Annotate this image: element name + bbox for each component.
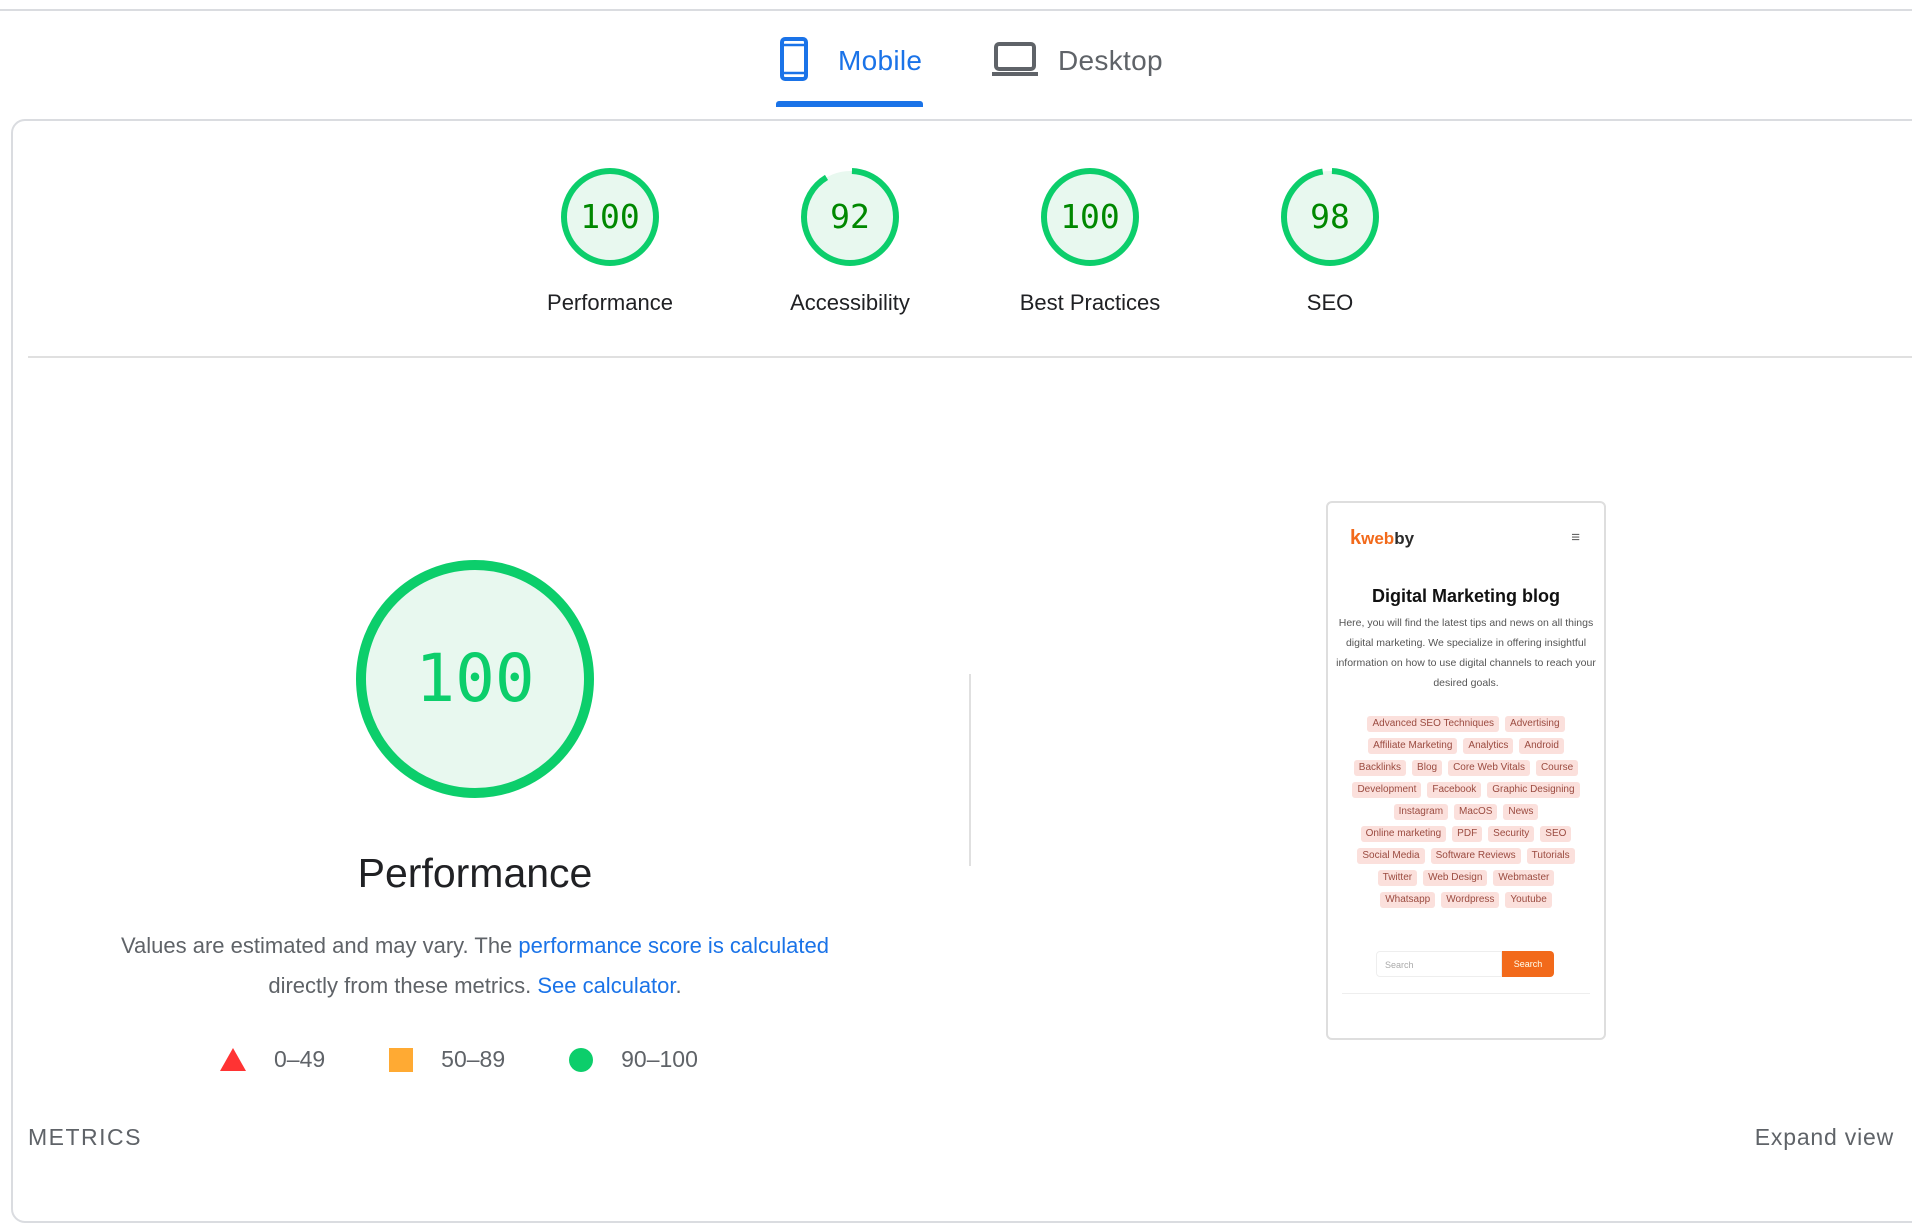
legend-fail: 0–49	[220, 1046, 325, 1073]
site-tag: Advertising	[1505, 716, 1565, 732]
site-tag: SEO	[1540, 826, 1572, 842]
site-tag: Webmaster	[1493, 870, 1555, 886]
site-tag: Twitter	[1377, 870, 1418, 886]
category-label-accessibility[interactable]: Accessibility	[740, 290, 960, 316]
final-screenshot: kwebby ≡ Digital Marketing blog Here, yo…	[1326, 501, 1606, 1040]
legend-pass: 90–100	[569, 1046, 698, 1073]
category-gauge-best-practices[interactable]: 100	[1035, 166, 1145, 268]
score-calculated-link[interactable]: performance score is calculated	[518, 933, 829, 958]
performance-title: Performance	[357, 850, 593, 896]
site-tag: Social Media	[1357, 848, 1425, 864]
performance-description: Values are estimated and may vary. The p…	[60, 926, 890, 1006]
hamburger-menu-icon: ≡	[1571, 529, 1580, 546]
see-calculator-link[interactable]: See calculator	[537, 973, 675, 998]
metrics-heading: METRICS	[28, 1124, 142, 1150]
site-search-input: Search	[1376, 951, 1502, 977]
site-tag: Whatsapp	[1380, 892, 1436, 908]
square-icon	[389, 1047, 414, 1072]
performance-score-large: 100	[415, 640, 535, 717]
category-score: 100	[1060, 197, 1120, 236]
site-tag: Facebook	[1427, 782, 1482, 798]
site-tag: Analytics	[1463, 738, 1514, 754]
tab-desktop[interactable]: Desktop	[992, 36, 1163, 86]
site-tag: Youtube	[1505, 892, 1552, 908]
legend-pass-range: 90–100	[621, 1046, 698, 1072]
category-score: 100	[580, 197, 640, 236]
site-tag: Backlinks	[1353, 760, 1407, 776]
desc-text-2: directly from these metrics.	[268, 973, 538, 998]
site-tag: Web Design	[1423, 870, 1488, 886]
desc-text-3: .	[675, 973, 682, 998]
site-tag: PDF	[1452, 826, 1483, 842]
site-tag: Development	[1352, 782, 1422, 798]
site-tag: Software Reviews	[1430, 848, 1521, 864]
site-tag: Course	[1535, 760, 1579, 776]
site-tag: Android	[1519, 738, 1564, 754]
triangle-icon	[220, 1048, 246, 1071]
vertical-divider	[969, 674, 971, 866]
gauges-divider	[28, 356, 1912, 358]
laptop-icon	[992, 41, 1038, 82]
legend-average-range: 50–89	[441, 1046, 506, 1072]
site-tag: Instagram	[1393, 804, 1449, 820]
performance-gauge-large: 100	[355, 559, 595, 799]
site-search: Search Search	[1376, 951, 1554, 977]
site-logo: kwebby	[1350, 527, 1415, 549]
site-tag: Affiliate Marketing	[1368, 738, 1458, 754]
site-tag: Wordpress	[1441, 892, 1500, 908]
site-title: Digital Marketing blog	[1371, 586, 1560, 606]
score-legend: 0–49 50–89 90–100	[220, 1046, 762, 1073]
site-tag: Security	[1488, 826, 1535, 842]
legend-fail-range: 0–49	[274, 1046, 326, 1072]
site-intro: Here, you will find the latest tips and …	[1336, 617, 1596, 689]
smartphone-icon	[780, 36, 808, 86]
site-tag-cloud: Advanced SEO Techniques Advertising Affili…	[1346, 713, 1586, 911]
site-tag: Core Web Vitals	[1448, 760, 1530, 776]
category-score: 98	[1310, 197, 1350, 236]
site-tag: Advanced SEO Techniques	[1367, 716, 1500, 732]
site-tag: Tutorials	[1526, 848, 1575, 864]
category-score: 92	[830, 197, 870, 236]
desc-text-1: Values are estimated and may vary. The	[120, 933, 519, 958]
category-label-best-practices[interactable]: Best Practices	[980, 290, 1200, 316]
active-tab-indicator	[776, 101, 923, 107]
tab-mobile[interactable]: Mobile	[780, 36, 922, 86]
top-divider	[0, 9, 1912, 11]
site-tag: Graphic Designing	[1487, 782, 1580, 798]
category-label-performance[interactable]: Performance	[500, 290, 720, 316]
tab-desktop-label: Desktop	[1058, 45, 1163, 76]
circle-icon	[569, 1047, 594, 1072]
site-tag: Online marketing	[1360, 826, 1447, 842]
category-gauge-accessibility[interactable]: 92	[795, 166, 905, 268]
site-tag: Blog	[1412, 760, 1443, 776]
site-tag: News	[1503, 804, 1539, 820]
category-gauge-performance[interactable]: 100	[555, 166, 665, 268]
expand-view-toggle[interactable]: Expand view	[1755, 1124, 1894, 1151]
category-gauge-seo[interactable]: 98	[1275, 166, 1385, 268]
site-search-button: Search	[1502, 951, 1554, 977]
category-label-seo[interactable]: SEO	[1220, 290, 1440, 316]
site-tag: MacOS	[1454, 804, 1498, 820]
tab-mobile-label: Mobile	[838, 45, 923, 76]
site-footer-rule	[1342, 993, 1590, 994]
legend-average: 50–89	[389, 1046, 505, 1073]
